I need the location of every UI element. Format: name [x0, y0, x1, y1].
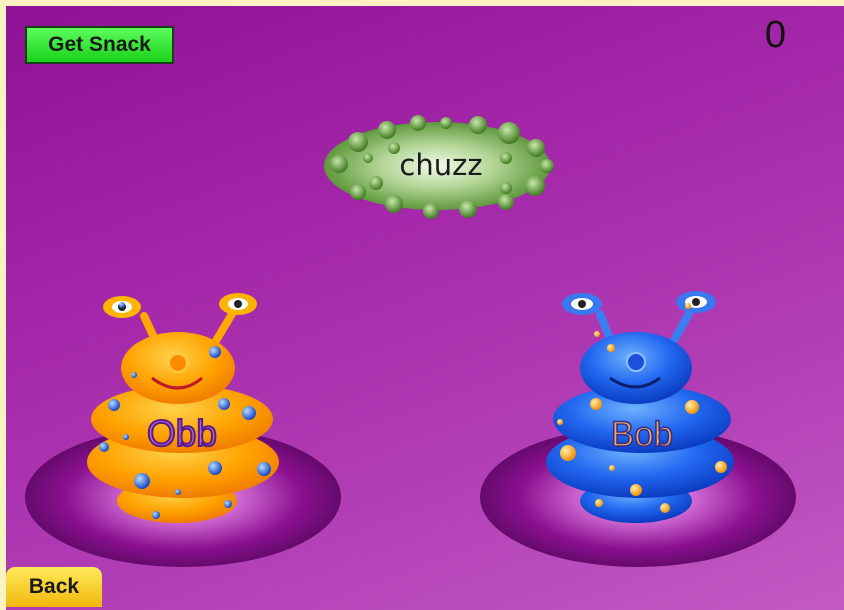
back-button[interactable]: Back	[6, 567, 102, 607]
snack-word: chuzz	[399, 148, 482, 182]
monster-name-obb: Obb	[147, 413, 217, 454]
game-stage: chuzz Obb Bob Get Snack 0	[6, 6, 844, 610]
snack-cookie[interactable]: chuzz	[324, 115, 554, 219]
monster-name-bob: Bob	[611, 415, 673, 454]
score-display: 0	[764, 14, 786, 56]
get-snack-button[interactable]: Get Snack	[25, 26, 174, 64]
game-scene: chuzz Obb Bob	[25, 115, 796, 567]
